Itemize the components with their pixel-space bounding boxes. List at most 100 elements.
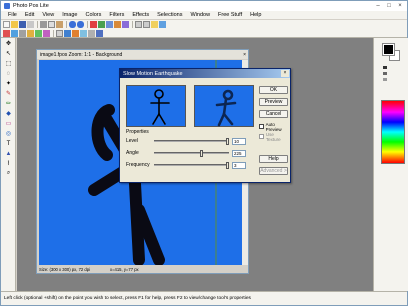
shape-tool-icon[interactable]: ▲ <box>3 149 14 158</box>
cancel-button[interactable]: Cancel <box>259 110 288 118</box>
contrast-icon[interactable] <box>159 21 166 28</box>
menu-filters[interactable]: Filters <box>105 12 128 18</box>
app-window: Photo Pos Lite – □ × File Edit View Imag… <box>0 0 408 306</box>
text-icon[interactable] <box>64 30 71 37</box>
level-input[interactable]: 10 <box>232 137 246 145</box>
use-texture-checkbox[interactable]: Use Texture <box>259 132 289 142</box>
menu-effects[interactable]: Effects <box>128 12 153 18</box>
brightness-icon[interactable] <box>151 21 158 28</box>
menu-file[interactable]: File <box>4 12 21 18</box>
image-window-close-icon[interactable]: × <box>243 52 246 58</box>
menu-edit[interactable]: Edit <box>21 12 38 18</box>
rotate-icon[interactable] <box>106 21 113 28</box>
image-window-title: image1.fpos Zoom: 1:1 - Background <box>40 51 123 58</box>
frame-icon[interactable] <box>72 30 79 37</box>
brush-tool-icon[interactable]: ✎ <box>3 89 14 98</box>
image-window-status: Size: (300 x 300) px, 72 dpi x=415, y=77… <box>39 266 246 273</box>
pencil-tool-icon[interactable]: ✏ <box>3 99 14 108</box>
primary-color-swatch[interactable] <box>382 43 395 56</box>
slow-motion-earthquake-dialog: Slow Motion Earthquake × OK Preview Canc… <box>119 68 291 183</box>
window-icon[interactable] <box>80 30 87 37</box>
menu-free-stuff[interactable]: Free Stuff <box>214 12 246 18</box>
menu-view[interactable]: View <box>38 12 58 18</box>
move-tool-icon[interactable]: ✥ <box>3 39 14 48</box>
menu-colors[interactable]: Colors <box>81 12 105 18</box>
print-icon[interactable] <box>27 21 34 28</box>
dialog-title: Slow Motion Earthquake <box>123 70 183 77</box>
selection-tool-icon[interactable]: ⬚ <box>3 59 14 68</box>
lasso-tool-icon[interactable]: ◌ <box>3 69 14 78</box>
new-file-icon[interactable] <box>3 21 10 28</box>
grid-icon[interactable] <box>88 30 95 37</box>
crop-icon[interactable] <box>90 21 97 28</box>
frequency-slider-thumb[interactable] <box>226 162 229 169</box>
frequency-slider[interactable] <box>154 162 229 169</box>
advanced-button[interactable]: Advanced > <box>259 167 288 175</box>
auto-preview-checkbox[interactable]: Auto Preview <box>259 121 289 132</box>
fill-tool-icon[interactable]: ◆ <box>3 109 14 118</box>
layers-icon[interactable] <box>56 30 63 37</box>
swap-colors-icon[interactable] <box>383 66 387 69</box>
sharpen-icon[interactable] <box>11 30 18 37</box>
effect-preview <box>194 85 254 127</box>
pointer-tool-icon[interactable]: ↖ <box>3 49 14 58</box>
mirror-icon[interactable] <box>122 21 129 28</box>
paste-icon[interactable] <box>56 21 63 28</box>
open-folder-icon[interactable] <box>11 21 18 28</box>
hue-icon[interactable] <box>35 30 42 37</box>
toolbar-row-2 <box>1 29 407 38</box>
eyedropper-tool-icon[interactable]: ⌇ <box>3 159 14 168</box>
magic-wand-icon[interactable]: ✦ <box>3 79 14 88</box>
minimize-button[interactable]: – <box>373 2 383 10</box>
undo-icon[interactable] <box>69 21 76 28</box>
flip-icon[interactable] <box>114 21 121 28</box>
help-icon[interactable] <box>96 30 103 37</box>
level-slider-thumb[interactable] <box>226 138 229 145</box>
effects-icon[interactable] <box>43 30 50 37</box>
copy-icon[interactable] <box>48 21 55 28</box>
eraser-tool-icon[interactable]: ▭ <box>3 119 14 128</box>
preview-button[interactable]: Preview <box>259 98 288 106</box>
dialog-close-icon[interactable]: × <box>281 70 289 77</box>
resize-icon[interactable] <box>98 21 105 28</box>
menu-selections[interactable]: Selections <box>153 12 186 18</box>
menu-window[interactable]: Window <box>186 12 214 18</box>
effect-stick-figure <box>215 89 237 127</box>
zoom-tool-icon[interactable]: ⌕ <box>3 169 14 178</box>
zoom-in-icon[interactable] <box>135 21 142 28</box>
color-adjust-icon[interactable] <box>27 30 34 37</box>
angle-input[interactable]: 225 <box>232 149 246 157</box>
auto-preview-label: Auto Preview <box>265 121 282 132</box>
level-slider[interactable] <box>154 138 229 145</box>
angle-slider[interactable] <box>154 150 229 157</box>
reset-colors-icon[interactable] <box>383 72 387 75</box>
help-button[interactable]: Help <box>259 155 288 163</box>
status-bar: Left click (optional +shift) on the poin… <box>1 291 407 305</box>
ok-button[interactable]: OK <box>259 86 288 94</box>
text-tool-icon[interactable]: T <box>3 139 14 148</box>
color-mode-icon[interactable] <box>383 78 387 81</box>
image-cursor-readout: x=415, y=77 px <box>109 267 139 272</box>
original-stick-figure <box>150 89 170 125</box>
clone-tool-icon[interactable]: ◎ <box>3 129 14 138</box>
menu-bar: File Edit View Image Colors Filters Effe… <box>1 11 407 20</box>
maximize-button[interactable]: □ <box>384 2 394 10</box>
color-panel <box>373 38 408 291</box>
angle-slider-thumb[interactable] <box>200 150 203 157</box>
menu-help[interactable]: Help <box>246 12 265 18</box>
cut-icon[interactable] <box>40 21 47 28</box>
close-button[interactable]: × <box>395 2 405 10</box>
red-eye-icon[interactable] <box>3 30 10 37</box>
save-icon[interactable] <box>19 21 26 28</box>
frequency-label: Frequency <box>126 162 150 168</box>
level-label: Level <box>126 138 138 144</box>
color-palette[interactable] <box>381 100 405 164</box>
image-size-readout: Size: (300 x 300) px, 72 dpi <box>39 267 90 272</box>
title-bar: Photo Pos Lite – □ × <box>1 1 407 11</box>
menu-image[interactable]: Image <box>58 12 81 18</box>
blur-icon[interactable] <box>19 30 26 37</box>
zoom-out-icon[interactable] <box>143 21 150 28</box>
frequency-input[interactable]: 3 <box>232 161 246 169</box>
redo-icon[interactable] <box>77 21 84 28</box>
dialog-titlebar: Slow Motion Earthquake × <box>120 69 290 78</box>
